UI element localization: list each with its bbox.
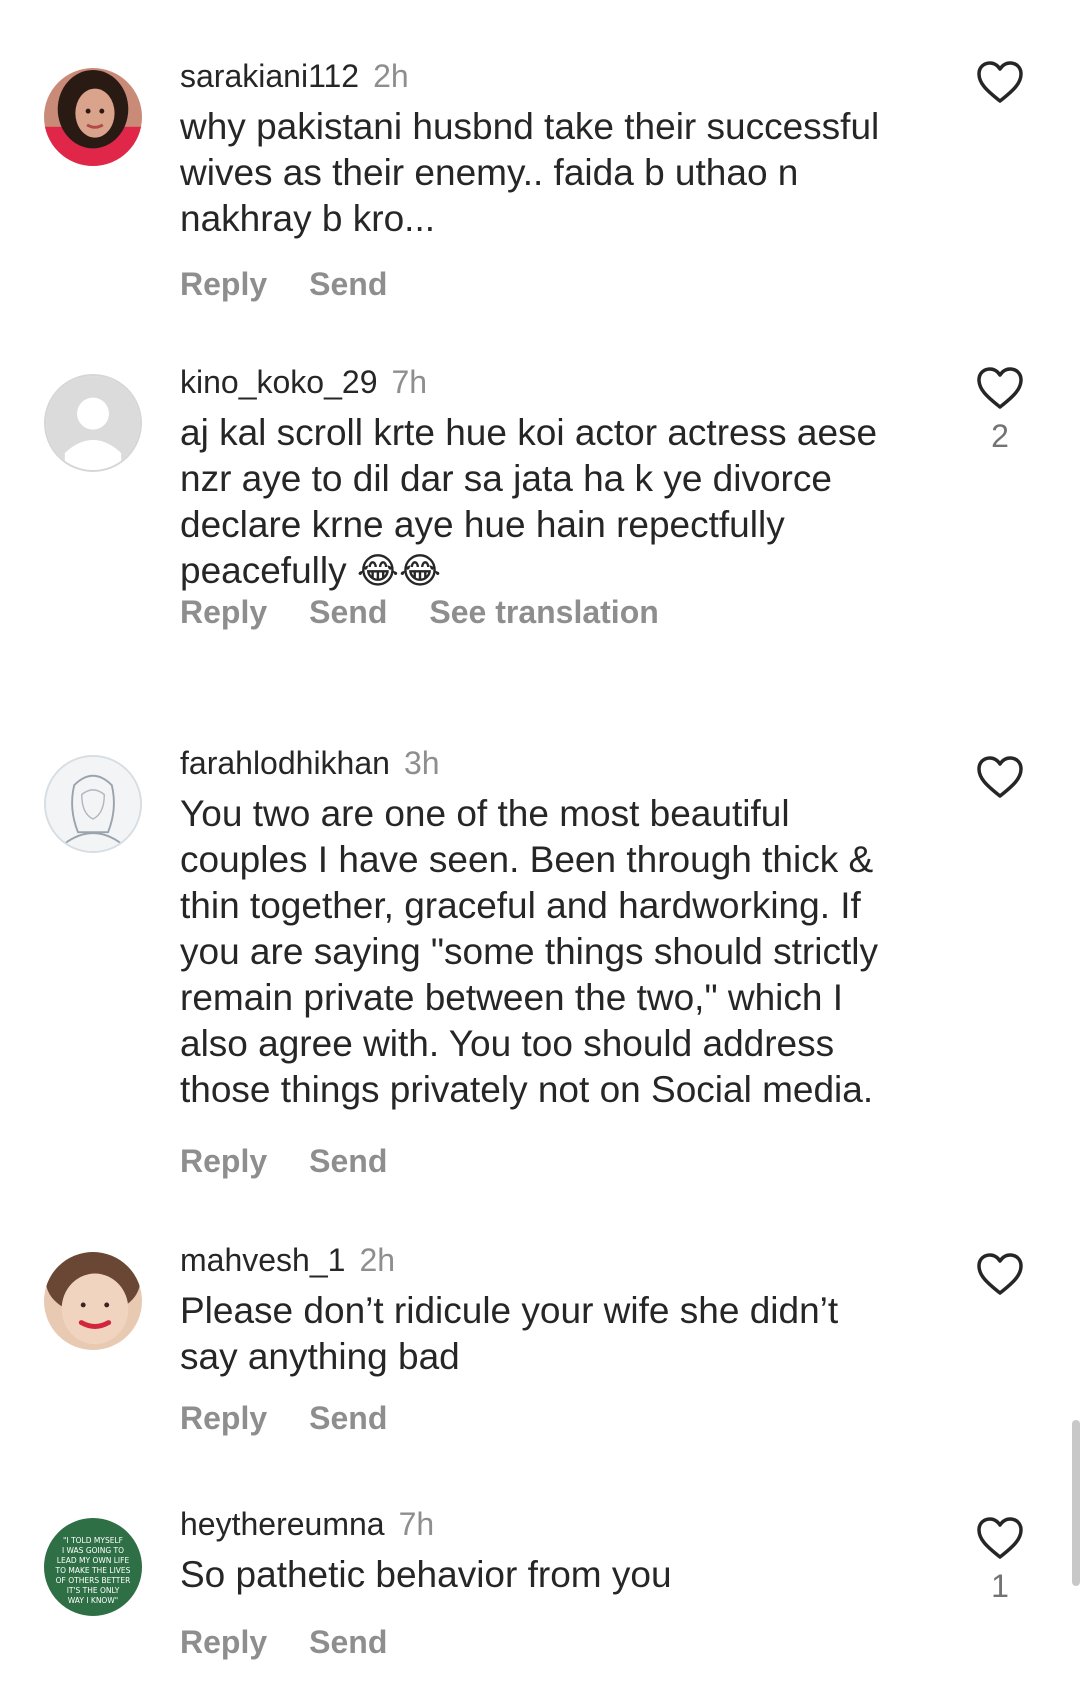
- send-button[interactable]: Send: [309, 1143, 387, 1179]
- comment-text: You two are one of the most beautiful co…: [180, 791, 940, 1113]
- comment-text: why pakistani husbnd take their successf…: [180, 104, 940, 242]
- scrollbar[interactable]: [1072, 1420, 1080, 1586]
- send-button[interactable]: Send: [309, 266, 387, 302]
- comment-actions: Reply Send: [180, 1141, 429, 1181]
- like-heart-icon[interactable]: [976, 1516, 1024, 1560]
- see-translation-button[interactable]: See translation: [429, 594, 658, 630]
- avatar[interactable]: [44, 68, 142, 166]
- send-button[interactable]: Send: [309, 1624, 387, 1660]
- comment-meta: heythereumna 7h: [180, 1504, 434, 1544]
- username[interactable]: heythereumna: [180, 1506, 385, 1542]
- comment-line: wives as their enemy.. faida b uthao n: [180, 152, 799, 193]
- comment-actions: Reply Send: [180, 1398, 429, 1438]
- like-count: 2: [991, 418, 1009, 454]
- comment-meta: sarakiani112 2h: [180, 56, 409, 96]
- timestamp: 2h: [359, 1242, 396, 1278]
- like-heart-icon[interactable]: [976, 755, 1024, 799]
- comment-line: also agree with. You too should address: [180, 1023, 835, 1064]
- comment-actions: Reply Send See translation: [180, 592, 701, 632]
- username[interactable]: farahlodhikhan: [180, 745, 390, 781]
- avatar[interactable]: [44, 374, 142, 472]
- like-heart-icon[interactable]: [976, 1252, 1024, 1296]
- comment-line: aj kal scroll krte hue koi actor actress…: [180, 412, 878, 453]
- reply-button[interactable]: Reply: [180, 1624, 267, 1660]
- comment-meta: kino_koko_29 7h: [180, 362, 427, 402]
- comment-text: So pathetic behavior from you: [180, 1552, 940, 1598]
- reply-button[interactable]: Reply: [180, 266, 267, 302]
- timestamp: 3h: [403, 745, 440, 781]
- avatar[interactable]: [44, 755, 142, 853]
- timestamp: 7h: [391, 364, 428, 400]
- username[interactable]: kino_koko_29: [180, 364, 377, 400]
- comment-actions: Reply Send: [180, 1622, 429, 1662]
- like-count: 1: [991, 1568, 1009, 1604]
- comment-line: Please don’t ridicule your wife she didn…: [180, 1290, 839, 1331]
- reply-button[interactable]: Reply: [180, 594, 267, 630]
- comment-line: So pathetic behavior from you: [180, 1554, 672, 1595]
- laughing-emoji-icon: 😂😂: [356, 551, 442, 592]
- comment-line: peacefully 😂😂: [180, 550, 442, 592]
- comment-line: thin together, graceful and hardworking.…: [180, 885, 861, 926]
- avatar[interactable]: [44, 1252, 142, 1350]
- comment-line: nzr aye to dil dar sa jata ha k ye divor…: [180, 458, 832, 499]
- comment-actions: Reply Send: [180, 264, 429, 304]
- comment-line: couples I have seen. Been through thick …: [180, 839, 874, 880]
- comment-text: Please don’t ridicule your wife she didn…: [180, 1288, 940, 1380]
- avatar-quote-text: "I TOLD MYSELF I WAS GOING TO LEAD MY OW…: [55, 1536, 131, 1605]
- reply-button[interactable]: Reply: [180, 1143, 267, 1179]
- send-button[interactable]: Send: [309, 1400, 387, 1436]
- like-heart-icon[interactable]: [976, 366, 1024, 410]
- comment-line: nakhray b kro...: [180, 198, 436, 239]
- comment-line: those things privately not on Social med…: [180, 1069, 874, 1110]
- reply-button[interactable]: Reply: [180, 1400, 267, 1436]
- comment-meta: farahlodhikhan 3h: [180, 743, 440, 783]
- timestamp: 2h: [373, 58, 409, 94]
- username[interactable]: sarakiani112: [180, 58, 359, 94]
- like-heart-icon[interactable]: [976, 60, 1024, 104]
- comment-meta: mahvesh_1 2h: [180, 1240, 395, 1280]
- comment-line: you are saying "some things should stric…: [180, 931, 878, 972]
- avatar[interactable]: "I TOLD MYSELF I WAS GOING TO LEAD MY OW…: [44, 1518, 142, 1616]
- send-button[interactable]: Send: [309, 594, 387, 630]
- comment-text: aj kal scroll krte hue koi actor actress…: [180, 410, 940, 595]
- comment-line: declare krne aye hue hain repectfully: [180, 504, 785, 545]
- timestamp: 7h: [398, 1506, 435, 1542]
- comment-line: say anything bad: [180, 1336, 460, 1377]
- comment-line: You two are one of the most beautiful: [180, 793, 790, 834]
- comment-line: why pakistani husbnd take their successf…: [180, 106, 880, 147]
- comment-line: remain private between the two," which I: [180, 977, 844, 1018]
- username[interactable]: mahvesh_1: [180, 1242, 345, 1278]
